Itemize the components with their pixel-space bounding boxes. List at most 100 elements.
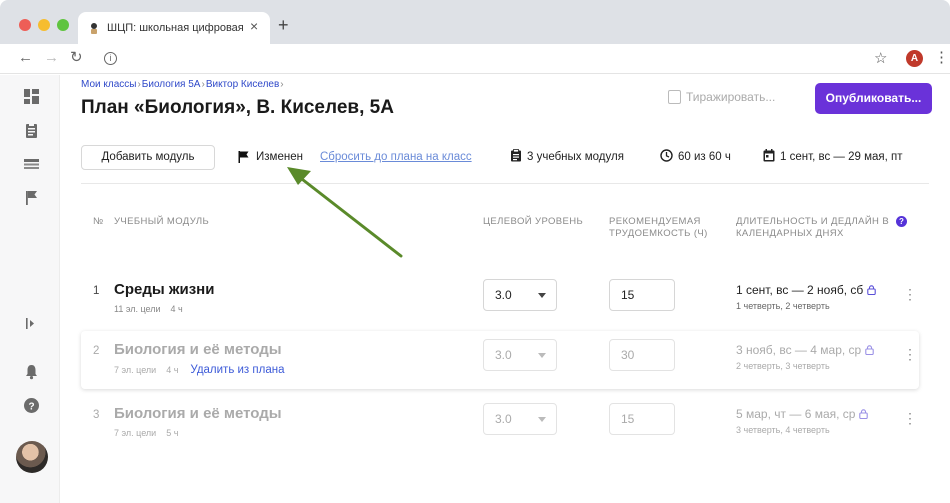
goals-count: 7 эл. цели [114,428,157,438]
close-window-button[interactable] [19,19,31,31]
page-title: План «Биология», В. Киселев, 5А [81,97,394,118]
header-level: Целевой уровень [483,216,584,227]
module-date-text: 5 мар, чт — 6 мая, ср [736,407,856,421]
reload-icon[interactable]: ↻ [70,49,83,67]
copy-icon [668,90,681,104]
chevron-down-icon [538,353,546,358]
module-title[interactable]: Биология и её методы [114,341,282,358]
add-module-button[interactable]: Добавить модуль [81,145,215,170]
bell-icon[interactable] [23,363,40,380]
table-icon[interactable] [23,156,40,173]
flag-icon[interactable] [23,189,40,206]
browser-menu-icon[interactable]: ⋮ [934,49,949,67]
level-value: 3.0 [495,412,512,426]
replicate-button[interactable]: Тиражировать... [668,90,775,112]
lock-icon[interactable] [867,285,877,295]
profile-avatar[interactable]: A [906,50,923,67]
row-number: 1 [93,285,100,297]
row-number: 3 [93,409,100,421]
header-hours: Рекомендуемая трудоемкость (ч) [609,216,708,239]
hours-total: 60 из 60 ч [660,149,731,163]
breadcrumb-item-class[interactable]: Биология 5А [142,79,201,90]
browser-tab-strip: ШЦП: школьная цифровая пла × + [0,0,950,44]
goals-count: 7 эл. цели [114,365,157,375]
bookmark-star-icon[interactable]: ☆ [874,49,887,67]
lock-icon[interactable] [865,345,874,355]
user-avatar[interactable] [16,441,48,473]
level-select[interactable]: 3.0 [483,339,557,371]
level-select[interactable]: 3.0 [483,403,557,435]
hours-input[interactable]: 30 [609,339,675,371]
module-meta: 11 эл. цели 4 ч [114,304,193,314]
hours-input[interactable]: 15 [609,279,675,311]
forward-arrow-icon[interactable]: → [44,49,59,67]
back-arrow-icon[interactable]: ← [18,49,33,67]
goals-count: 11 эл. цели [114,304,161,314]
breadcrumb: Мои классы›Биология 5А›Виктор Киселев› [81,79,284,90]
browser-window: ШЦП: школьная цифровая пла × + ← → ↻ i ☆… [0,0,950,503]
table-row[interactable]: 1 Среды жизни 11 эл. цели 4 ч 3.0 15 1 се… [81,271,919,329]
status-changed: Изменен [256,151,303,163]
main-content: Мои классы›Биология 5А›Виктор Киселев› П… [60,75,950,503]
chevron-down-icon [538,417,546,422]
calendar-icon [763,149,775,162]
left-sidebar: ? [0,75,60,503]
module-hours: 4 ч [170,304,183,314]
divider [81,183,929,184]
help-icon[interactable]: ? [23,397,40,414]
hours-total-text: 60 из 60 ч [678,151,731,163]
reset-to-class-plan-link[interactable]: Сбросить до плана на класс [320,151,472,163]
new-tab-button[interactable]: + [278,16,289,34]
clipboard-icon[interactable] [23,122,40,139]
module-quarters: 3 четверть, 4 четверть [736,425,830,435]
header-num: № [93,216,104,227]
module-title[interactable]: Среды жизни [114,281,214,298]
date-range-text: 1 сент, вс — 29 мая, пт [780,151,903,163]
table-row[interactable]: 2 Биология и её методы 7 эл. цели 4 ч Удал… [81,331,919,389]
kebab-menu-icon[interactable]: ⋮ [903,347,917,361]
header-module: Учебный модуль [114,216,210,227]
header-duration: Длительность и дедлайн в календарных дня… [736,216,890,239]
remove-from-plan-link[interactable]: Удалить из плана [190,364,284,376]
module-quarters: 1 четверть, 2 четверть [736,301,830,311]
browser-tab[interactable]: ШЦП: школьная цифровая пла × [78,12,270,44]
status-flag-icon [238,151,249,163]
date-range: 1 сент, вс — 29 мая, пт [763,149,903,163]
kebab-menu-icon[interactable]: ⋮ [903,287,917,301]
module-hours: 4 ч [166,365,179,375]
row-number: 2 [93,345,100,357]
publish-button[interactable]: Опубликовать... [815,83,932,114]
clipboard-icon [511,149,521,162]
tab-title: ШЦП: школьная цифровая пла [107,22,247,34]
level-select[interactable]: 3.0 [483,279,557,311]
table-row[interactable]: 3 Биология и её методы 7 эл. цели 5 ч 3.0… [81,395,919,453]
module-dates: 5 мар, чт — 6 мая, ср [736,407,869,421]
lock-icon[interactable] [859,409,869,419]
kebab-menu-icon[interactable]: ⋮ [903,411,917,425]
level-value: 3.0 [495,348,512,362]
breadcrumb-item-teacher[interactable]: Виктор Киселев [206,79,279,90]
tab-close-button[interactable]: × [250,18,258,34]
chevron-down-icon [538,293,546,298]
module-title[interactable]: Биология и её методы [114,405,282,422]
expand-sidebar-icon[interactable] [23,315,40,332]
module-meta: 7 эл. цели 5 ч [114,428,188,438]
minimize-window-button[interactable] [38,19,50,31]
maximize-window-button[interactable] [57,19,69,31]
module-hours: 5 ч [166,428,179,438]
svg-text:?: ? [28,401,34,412]
replicate-label: Тиражировать... [686,90,776,104]
module-quarters: 2 четверть, 3 четверть [736,361,830,371]
dashboard-icon[interactable] [23,88,40,105]
favicon-icon [91,23,97,34]
breadcrumb-item-classes[interactable]: Мои классы [81,79,136,90]
help-icon[interactable]: ? [896,216,907,227]
module-date-text: 1 сент, вс — 2 нояб, сб [736,283,864,297]
hours-input[interactable]: 15 [609,403,675,435]
module-dates: 3 нояб, вс — 4 мар, ср [736,343,874,357]
module-meta: 7 эл. цели 4 ч Удалить из плана [114,364,294,376]
site-info-icon[interactable]: i [104,52,117,65]
modules-count: 3 учебных модуля [510,149,624,163]
browser-toolbar: ← → ↻ i ☆ A ⋮ [0,44,950,74]
module-dates: 1 сент, вс — 2 нояб, сб [736,283,877,297]
